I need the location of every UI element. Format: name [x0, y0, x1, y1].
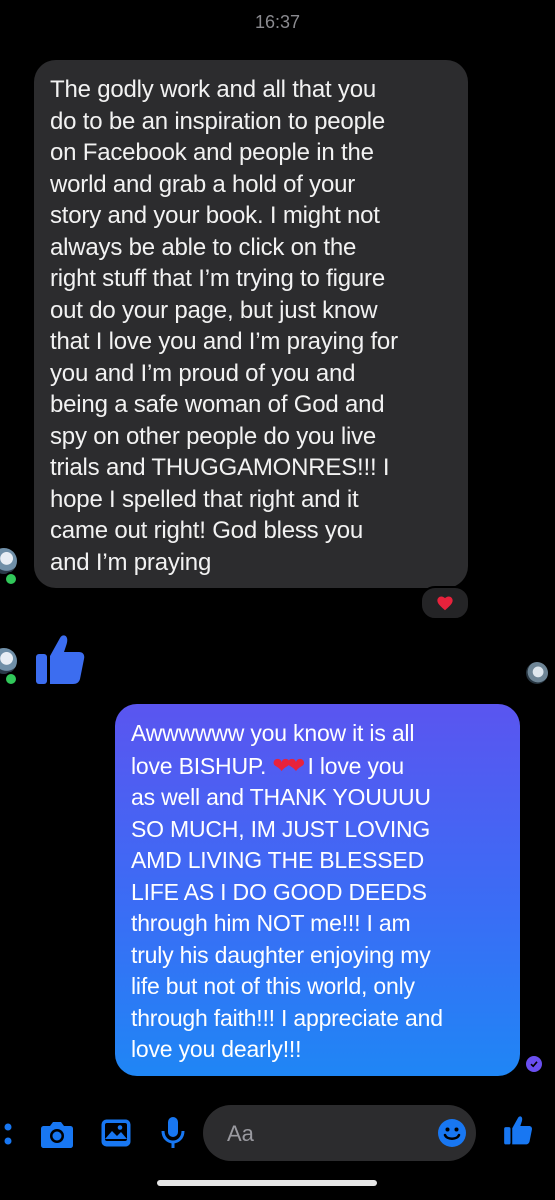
- online-indicator: [4, 572, 18, 586]
- online-indicator-2: [4, 672, 18, 686]
- gallery-icon[interactable]: [100, 1118, 132, 1148]
- home-indicator[interactable]: [157, 1180, 377, 1186]
- thumbs-up-icon: [36, 635, 85, 684]
- timestamp: 16:37: [254, 12, 301, 32]
- microphone-icon[interactable]: [160, 1116, 186, 1150]
- sender-avatar[interactable]: [0, 548, 17, 574]
- incoming-message-bubble[interactable]: The godly work and all that you do to be…: [34, 60, 468, 588]
- outgoing-text-rest: I love you as well and THANK YOUUUU SO M…: [131, 752, 443, 1063]
- hearts-emoji: ❤❤: [272, 752, 305, 778]
- more-options-icon[interactable]: [4, 1122, 12, 1148]
- emoji-icon[interactable]: [437, 1118, 467, 1148]
- sender-avatar-2[interactable]: [0, 648, 17, 674]
- outgoing-message-bubble[interactable]: Awwwwww you know it is all love BISHUP. …: [115, 704, 520, 1076]
- incoming-message-text: The godly work and all that you do to be…: [50, 76, 398, 576]
- seen-avatar: [526, 662, 548, 684]
- camera-icon[interactable]: [40, 1119, 74, 1149]
- message-composer: [203, 1105, 476, 1163]
- heart-reaction[interactable]: [420, 586, 470, 620]
- heart-icon: [437, 596, 453, 611]
- message-input[interactable]: [225, 1105, 429, 1163]
- outgoing-message-text: Awwwwww you know it is all love BISHUP. …: [131, 718, 504, 1066]
- send-like-icon[interactable]: [503, 1114, 533, 1146]
- read-receipt-icon: [526, 1056, 542, 1072]
